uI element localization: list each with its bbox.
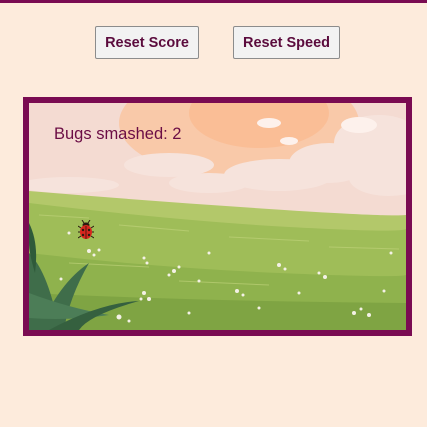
score-counter: Bugs smashed: 2: [54, 125, 182, 143]
ladybug-icon[interactable]: [78, 220, 94, 240]
reset-speed-button[interactable]: Reset Speed: [233, 26, 340, 59]
top-border: [0, 0, 427, 3]
reset-score-button[interactable]: Reset Score: [95, 26, 199, 59]
game-board[interactable]: Bugs smashed: 2: [23, 97, 412, 336]
